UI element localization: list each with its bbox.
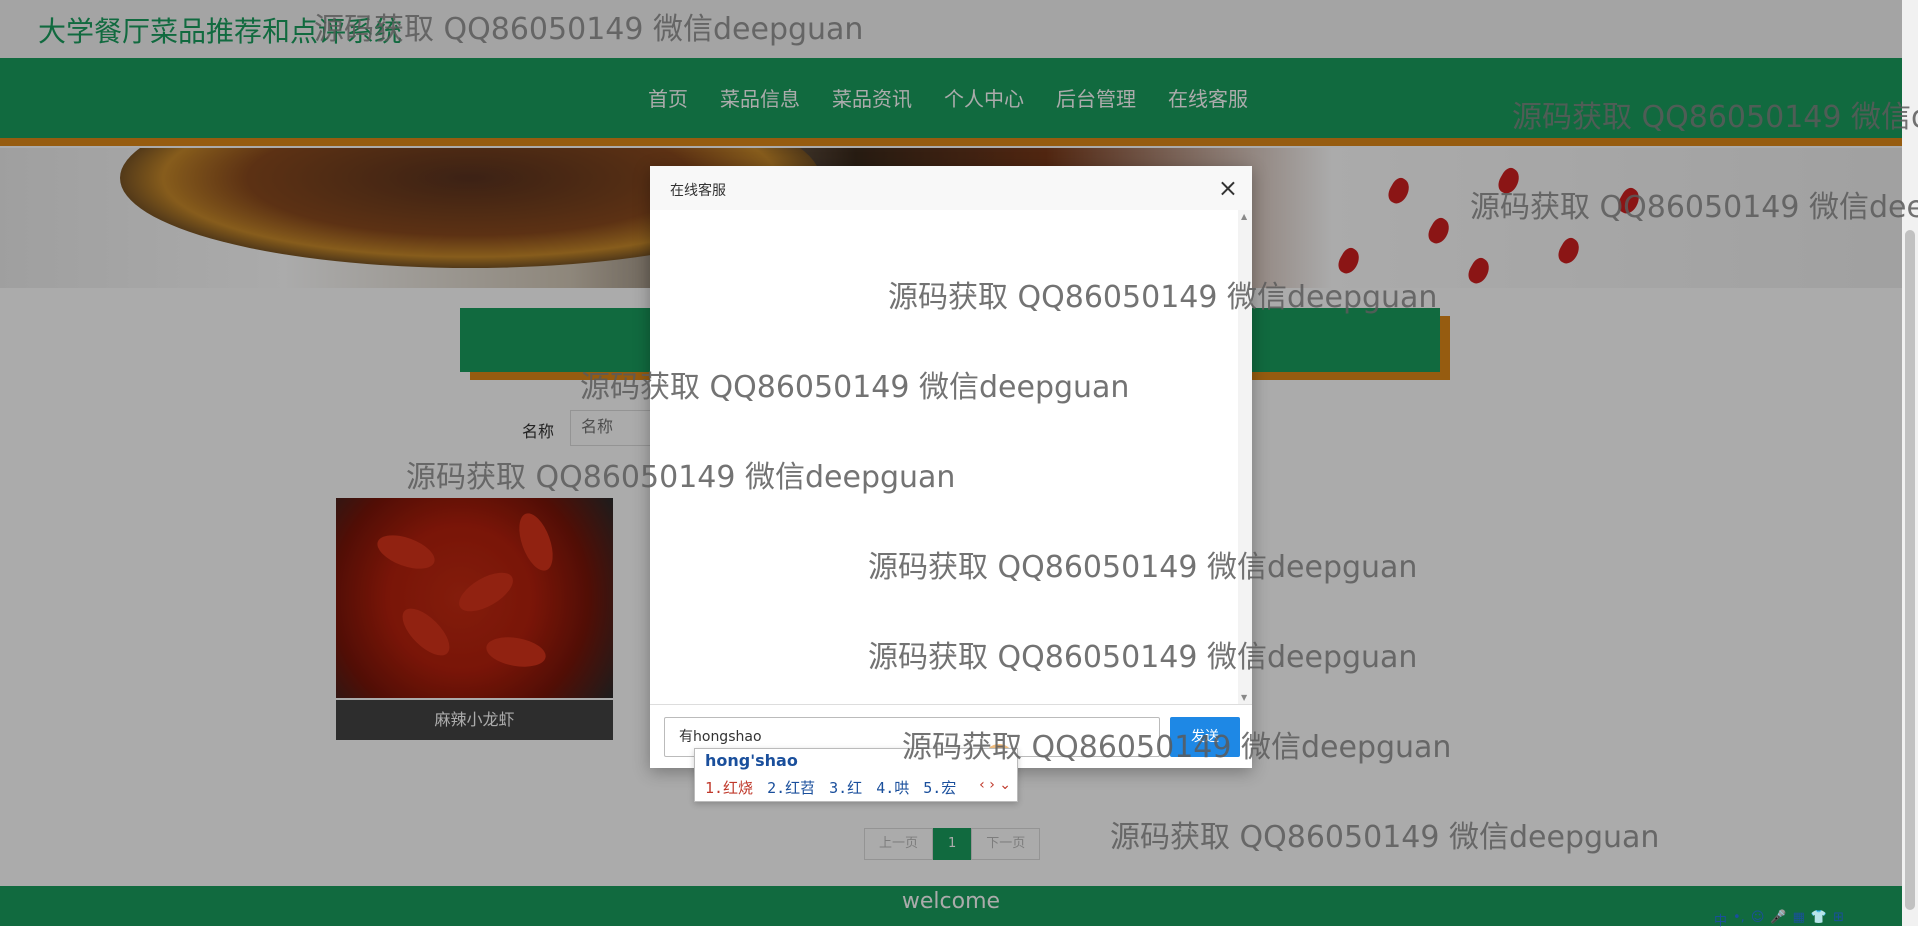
ime-page-arrows-icon[interactable]: ‹ › ⌄	[979, 777, 1011, 793]
ime-toolbar-punct[interactable]: •,	[1733, 910, 1745, 929]
chat-messages-area[interactable]	[650, 210, 1252, 704]
dialog-header: 在线客服 ×	[650, 166, 1252, 211]
ime-candidate-3[interactable]: 3.红	[829, 777, 862, 798]
online-service-dialog: 在线客服 × ▲ ▼ 有hongshao 发送	[650, 166, 1252, 768]
chat-scrollbar[interactable]: ▲ ▼	[1238, 210, 1252, 704]
ime-toolbar-mic-icon[interactable]: 🎤	[1770, 910, 1786, 929]
ime-toolbar-skin-icon[interactable]: 👕	[1811, 910, 1827, 929]
ime-toolbar-emoji-icon[interactable]: ☺	[1751, 910, 1765, 929]
send-button[interactable]: 发送	[1170, 717, 1240, 757]
dialog-title: 在线客服	[670, 183, 726, 199]
ime-candidate-2[interactable]: 2.红苕	[767, 777, 815, 798]
ime-candidate-4[interactable]: 4.哄	[876, 777, 909, 798]
mouse-cursor-icon	[776, 684, 783, 700]
ime-candidate-5[interactable]: 5.宏	[923, 777, 956, 798]
page-scrollbar[interactable]	[1902, 0, 1918, 926]
ime-composition: hong'shao	[705, 751, 798, 770]
ime-toolbar-lang[interactable]: 中	[1714, 910, 1727, 929]
close-icon[interactable]: ×	[1218, 174, 1238, 202]
ime-candidate-1[interactable]: 1.红烧	[705, 777, 753, 798]
ime-toolbar: 中 •, ☺ 🎤 ▦ 👕 ⊞	[1714, 910, 1844, 929]
ime-candidate-window: hong'shao 1.红烧 2.红苕 3.红 4.哄 5.宏 ‹ › ⌄	[694, 748, 1018, 802]
ime-toolbar-grid-icon[interactable]: ⊞	[1833, 910, 1844, 929]
ime-toolbar-keyboard-icon[interactable]: ▦	[1793, 910, 1805, 929]
